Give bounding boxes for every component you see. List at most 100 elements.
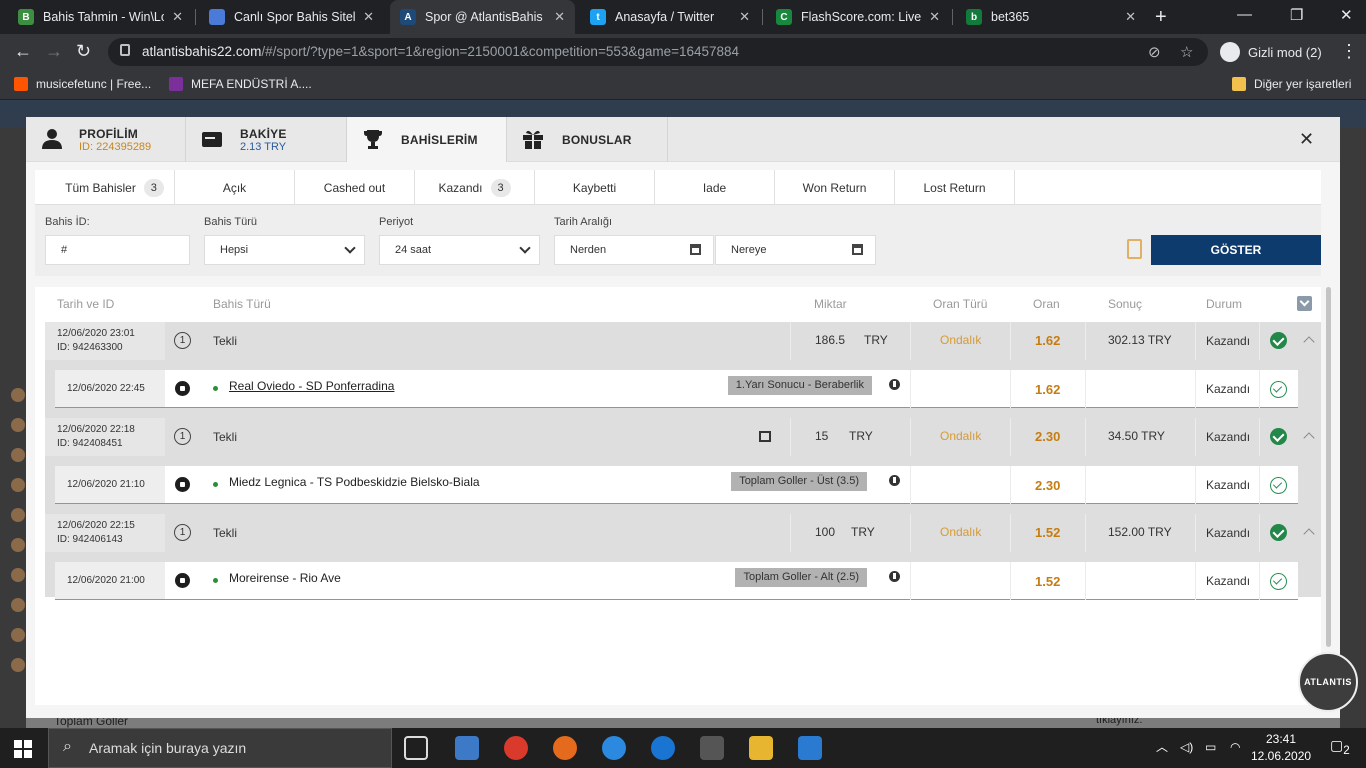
filter-tab[interactable]: Kazandı 3	[415, 170, 535, 205]
close-window-button[interactable]: ✕	[1340, 6, 1353, 24]
bet-currency: TRY	[849, 429, 873, 443]
firefox-icon[interactable]	[553, 736, 577, 760]
notification-icon[interactable]: ▢2	[1330, 737, 1350, 759]
browser-tab[interactable]: C FlashScore.com: Live Fo ✕	[766, 0, 950, 34]
clipboard-icon[interactable]	[1127, 239, 1142, 259]
collapse-all-icon[interactable]	[1297, 296, 1312, 311]
taskbar-search-input[interactable]: ⌕ Aramak için buraya yazın	[48, 728, 392, 768]
tab-bonuses[interactable]: BONUSLAR	[507, 117, 668, 162]
tray-chevron-icon[interactable]: ︿	[1156, 739, 1168, 756]
tab-separator	[762, 9, 763, 25]
bet-id-input[interactable]: #	[45, 235, 190, 265]
battery-icon[interactable]: ▭	[1205, 739, 1216, 756]
windows-taskbar: ⌕ Aramak için buraya yazın ︿ ◁) ▭ ◠ 23:4…	[0, 728, 1366, 768]
scrollbar[interactable]	[1326, 287, 1331, 647]
filter-tab[interactable]: Açık	[175, 170, 295, 205]
bookmark-item[interactable]: MEFA ENDÜSTRİ A....	[169, 77, 312, 91]
menu-icon[interactable]: ⋮	[1340, 41, 1358, 62]
filter-tab[interactable]: Iade	[655, 170, 775, 205]
date-from-input[interactable]: Nerden	[554, 235, 714, 265]
incognito-badge[interactable]: Gizli mod (2)	[1216, 38, 1330, 66]
browser-tab[interactable]: B Bahis Tahmin - Win\Los ✕	[8, 0, 193, 34]
stats-icon[interactable]	[889, 571, 900, 582]
filter-tab[interactable]: Lost Return	[895, 170, 1015, 205]
sport-icon	[11, 568, 25, 582]
tab-my-bets[interactable]: BAHİSLERİM	[347, 117, 507, 162]
close-icon[interactable]: ✕	[363, 9, 374, 25]
show-button[interactable]: GÖSTER	[1151, 235, 1321, 265]
browser-tab[interactable]: Canlı Spor Bahis Siteleri ✕	[199, 0, 384, 34]
filter-tab[interactable]: Cashed out	[295, 170, 415, 205]
back-icon[interactable]: ←	[14, 41, 32, 62]
bet-row[interactable]: 12/06/2020 23:01 ID: 942463300 1 Tekli 186.5…	[45, 322, 1321, 360]
store-icon[interactable]	[700, 736, 724, 760]
tab-profile[interactable]: PROFİLİM ID: 224395289	[26, 117, 186, 162]
tab-title: bet365	[991, 10, 1030, 24]
incognito-icon	[1220, 42, 1240, 62]
atlantis-logo[interactable]: ATLANTIS	[1298, 652, 1358, 712]
browser-tab[interactable]: b bet365 ✕	[956, 0, 1146, 34]
close-icon[interactable]: ✕	[554, 9, 565, 25]
filter-tab-label: Kazandı	[438, 180, 483, 195]
sport-icon	[11, 388, 25, 402]
selection-row[interactable]: 12/06/2020 21:10 Miedz Legnica - TS Podbe…	[55, 466, 1298, 504]
address-bar[interactable]: atlantisbahis22.com/#/sport/?type=1&spor…	[108, 38, 1208, 66]
reload-icon[interactable]: ↻	[76, 41, 91, 62]
selection-row[interactable]: 12/06/2020 22:45 Real Oviedo - SD Ponferr…	[55, 370, 1298, 408]
collapse-icon[interactable]	[1303, 336, 1315, 348]
filter-tab[interactable]: Kaybetti	[535, 170, 655, 205]
bookmark-item[interactable]: musicefetunc | Free...	[14, 77, 151, 91]
selection-row[interactable]: 12/06/2020 21:00 Moreirense - Rio Ave Topl…	[55, 562, 1298, 600]
stats-icon[interactable]	[889, 475, 900, 486]
bet-type-select[interactable]: Hepsi	[204, 235, 365, 265]
close-icon[interactable]: ✕	[929, 9, 940, 25]
balance-value: 2.13 TRY	[240, 141, 287, 153]
bet-row[interactable]: 12/06/2020 22:18 ID: 942408451 1 Tekli 15 TRY…	[45, 418, 1321, 456]
single-bet-icon: 1	[174, 428, 191, 445]
minimize-button[interactable]: —	[1237, 6, 1252, 23]
clock[interactable]: 23:41 12.06.2020	[1251, 731, 1311, 765]
bets-table: Tarih ve ID Bahis Türü Miktar Oran Türü …	[35, 287, 1321, 705]
mail-icon[interactable]	[798, 736, 822, 760]
volume-icon[interactable]: ◁)	[1180, 739, 1193, 756]
ie-icon[interactable]	[602, 736, 626, 760]
cell-divider	[1010, 322, 1011, 360]
new-tab-button[interactable]: +	[1155, 6, 1167, 29]
app-icon[interactable]	[455, 736, 479, 760]
filter-tab[interactable]: Tüm Bahisler 3	[55, 170, 175, 205]
cell-divider	[910, 562, 911, 600]
close-icon[interactable]: ✕	[1125, 9, 1136, 25]
close-icon[interactable]: ✕	[172, 9, 183, 25]
collapse-icon[interactable]	[1303, 528, 1315, 540]
edge-icon[interactable]	[651, 736, 675, 760]
browser-tab[interactable]: A Spor @ AtlantisBahis | S ✕	[390, 0, 575, 34]
close-icon[interactable]: ✕	[739, 9, 750, 25]
eye-off-icon[interactable]: ⊘	[1148, 43, 1161, 61]
browser-tab[interactable]: t Anasayfa / Twitter ✕	[580, 0, 760, 34]
network-icon[interactable]: ◠	[1230, 739, 1240, 756]
trophy-icon	[364, 130, 382, 149]
maximize-button[interactable]: ❐	[1290, 6, 1303, 24]
task-view-icon[interactable]	[404, 736, 428, 760]
forward-icon[interactable]: →	[45, 41, 63, 62]
cell-divider	[1195, 418, 1196, 456]
file-explorer-icon[interactable]	[749, 736, 773, 760]
navigation-bar: ← → ↻ atlantisbahis22.com/#/sport/?type=…	[0, 34, 1366, 70]
windows-start-icon[interactable]	[14, 740, 32, 758]
bookmark-star-icon[interactable]: ☆	[1180, 43, 1193, 61]
close-icon[interactable]: ✕	[1299, 129, 1314, 150]
period-select[interactable]: 24 saat	[379, 235, 540, 265]
profile-id: ID: 224395289	[79, 141, 152, 153]
stats-icon[interactable]	[889, 379, 900, 390]
gift-icon	[759, 431, 771, 442]
url-text: atlantisbahis22.com/#/sport/?type=1&spor…	[142, 44, 740, 59]
bet-currency: TRY	[851, 525, 875, 539]
cell-divider	[1195, 514, 1196, 552]
other-bookmarks[interactable]: Diğer yer işaretleri	[1232, 77, 1351, 91]
filter-tab[interactable]: Won Return	[775, 170, 895, 205]
tab-balance[interactable]: BAKİYE 2.13 TRY	[186, 117, 347, 162]
collapse-icon[interactable]	[1303, 432, 1315, 444]
date-to-input[interactable]: Nereye	[715, 235, 876, 265]
bet-row[interactable]: 12/06/2020 22:15 ID: 942406143 1 Tekli 100 TR…	[45, 514, 1321, 552]
chrome-icon[interactable]	[504, 736, 528, 760]
